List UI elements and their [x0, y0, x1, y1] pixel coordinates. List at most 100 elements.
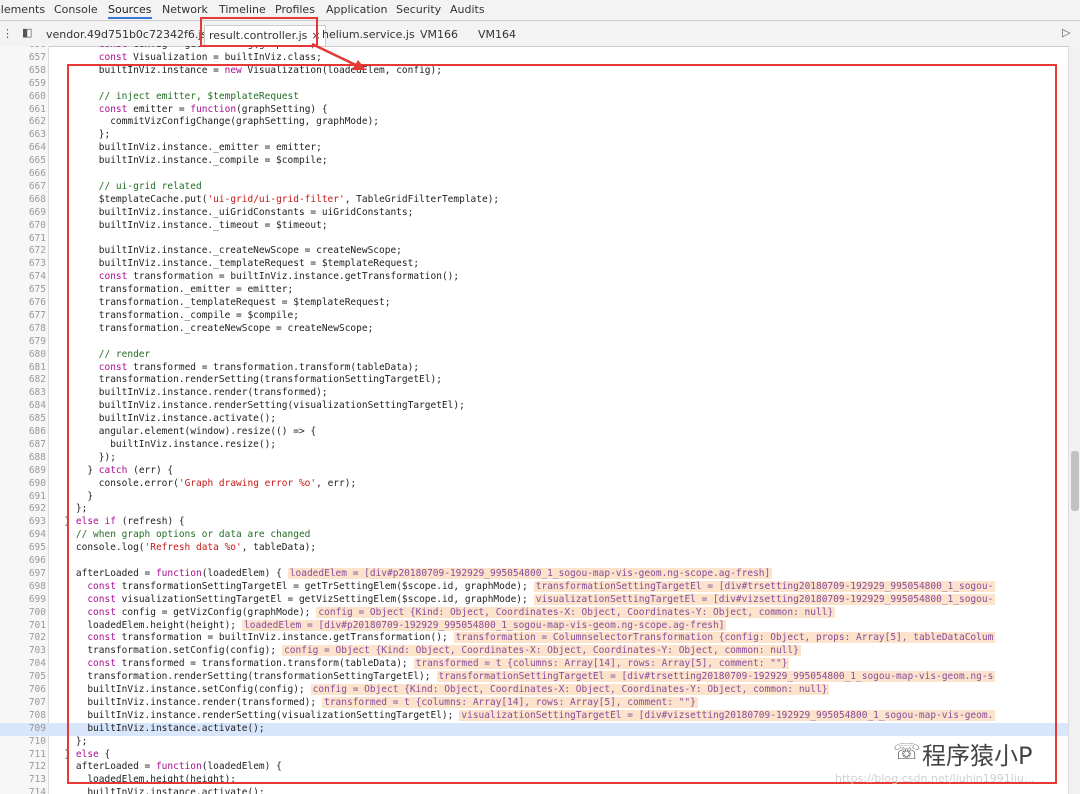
code-line[interactable]: 675 transformation._emitter = emitter;: [0, 284, 1068, 297]
code-line[interactable]: 662 commitVizConfigChange(graphSetting, …: [0, 116, 1068, 129]
line-number[interactable]: 690: [0, 478, 46, 491]
scrollbar-thumb[interactable]: [1071, 451, 1079, 511]
code-editor[interactable]: 656 const config = getVizConfig(graphMod…: [0, 46, 1068, 794]
line-number[interactable]: 685: [0, 413, 46, 426]
code-line[interactable]: 705 transformation.renderSetting(transfo…: [0, 671, 1068, 684]
code-line[interactable]: 697 afterLoaded = function(loadedElem) {…: [0, 567, 1068, 581]
code-line[interactable]: 668 $templateCache.put('ui-grid/ui-grid-…: [0, 194, 1068, 207]
code-line[interactable]: 661 const emitter = function(graphSettin…: [0, 104, 1068, 117]
file-tab[interactable]: VM164: [478, 28, 516, 41]
line-number[interactable]: 692: [0, 503, 46, 516]
code-line[interactable]: 701 loadedElem.height(height); loadedElem…: [0, 619, 1068, 633]
code-line[interactable]: 679: [0, 336, 1068, 349]
line-number[interactable]: 684: [0, 400, 46, 413]
line-number[interactable]: 704: [0, 658, 46, 671]
file-tab[interactable]: result.controller.js ×: [204, 25, 326, 46]
code-line[interactable]: 665 builtInViz.instance._compile = $comp…: [0, 155, 1068, 168]
code-line[interactable]: 669 builtInViz.instance._uiGridConstants…: [0, 207, 1068, 220]
line-number[interactable]: 664: [0, 142, 46, 155]
line-number[interactable]: 675: [0, 284, 46, 297]
code-line[interactable]: 658 builtInViz.instance = new Visualizat…: [0, 65, 1068, 78]
line-number[interactable]: 673: [0, 258, 46, 271]
code-line[interactable]: 696: [0, 555, 1068, 568]
line-number[interactable]: 694: [0, 529, 46, 542]
code-line[interactable]: 667 // ui-grid related: [0, 181, 1068, 194]
code-line[interactable]: 688 });: [0, 452, 1068, 465]
close-tab-icon[interactable]: ×: [311, 29, 320, 42]
code-line[interactable]: 684 builtInViz.instance.renderSetting(vi…: [0, 400, 1068, 413]
line-number[interactable]: 714: [0, 787, 46, 794]
more-dots-icon[interactable]: ⋮: [2, 27, 13, 40]
file-tab[interactable]: helium.service.js: [322, 28, 415, 41]
line-number[interactable]: 703: [0, 645, 46, 658]
line-number[interactable]: 686: [0, 426, 46, 439]
code-line[interactable]: 670 builtInViz.instance._timeout = $time…: [0, 220, 1068, 233]
line-number[interactable]: 683: [0, 387, 46, 400]
file-tab[interactable]: VM166: [420, 28, 458, 41]
line-number[interactable]: 707: [0, 697, 46, 710]
code-line[interactable]: 691 }: [0, 491, 1068, 504]
code-line[interactable]: 682 transformation.renderSetting(transfo…: [0, 374, 1068, 387]
line-number[interactable]: 666: [0, 168, 46, 181]
editor-scrollbar[interactable]: [1068, 46, 1080, 794]
devtools-tab-sources[interactable]: Sources: [108, 3, 152, 19]
line-number[interactable]: 679: [0, 336, 46, 349]
line-number[interactable]: 657: [0, 52, 46, 65]
devtools-tab-audits[interactable]: Audits: [450, 3, 485, 16]
code-line[interactable]: 680 // render: [0, 349, 1068, 362]
code-line[interactable]: 683 builtInViz.instance.render(transform…: [0, 387, 1068, 400]
code-line[interactable]: 687 builtInViz.instance.resize();: [0, 439, 1068, 452]
line-number[interactable]: 689: [0, 465, 46, 478]
code-line[interactable]: 695 console.log('Refresh data %o', table…: [0, 542, 1068, 555]
line-number[interactable]: 681: [0, 362, 46, 375]
code-line[interactable]: 700 const config = getVizConfig(graphMod…: [0, 606, 1068, 620]
line-number[interactable]: 711: [0, 749, 46, 762]
line-number[interactable]: 688: [0, 452, 46, 465]
code-line[interactable]: 707 builtInViz.instance.render(transform…: [0, 696, 1068, 710]
line-number[interactable]: 665: [0, 155, 46, 168]
line-number[interactable]: 708: [0, 710, 46, 723]
line-number[interactable]: 698: [0, 581, 46, 594]
code-line[interactable]: 694 // when graph options or data are ch…: [0, 529, 1068, 542]
code-line[interactable]: 693 } else if (refresh) {: [0, 516, 1068, 529]
line-number[interactable]: 676: [0, 297, 46, 310]
line-number[interactable]: 668: [0, 194, 46, 207]
line-number[interactable]: 701: [0, 620, 46, 633]
line-number[interactable]: 667: [0, 181, 46, 194]
code-line[interactable]: 677 transformation._compile = $compile;: [0, 310, 1068, 323]
devtools-tab-network[interactable]: Network: [162, 3, 208, 16]
devtools-tab-elements[interactable]: elements: [0, 3, 45, 16]
code-line[interactable]: 674 const transformation = builtInViz.in…: [0, 271, 1068, 284]
line-number[interactable]: 697: [0, 568, 46, 581]
line-number[interactable]: 693: [0, 516, 46, 529]
line-number[interactable]: 682: [0, 374, 46, 387]
code-line[interactable]: 708 builtInViz.instance.renderSetting(vi…: [0, 709, 1068, 723]
code-line[interactable]: 699 const visualizationSettingTargetEl =…: [0, 593, 1068, 607]
line-number[interactable]: 672: [0, 245, 46, 258]
line-number[interactable]: 674: [0, 271, 46, 284]
code-line[interactable]: 702 const transformation = builtInViz.in…: [0, 632, 1068, 645]
code-line[interactable]: 676 transformation._templateRequest = $t…: [0, 297, 1068, 310]
code-line[interactable]: 671: [0, 233, 1068, 246]
line-number[interactable]: 713: [0, 774, 46, 787]
devtools-tab-security[interactable]: Security: [396, 3, 441, 16]
line-number[interactable]: 659: [0, 78, 46, 91]
line-number[interactable]: 706: [0, 684, 46, 697]
code-line[interactable]: 664 builtInViz.instance._emitter = emitt…: [0, 142, 1068, 155]
code-line[interactable]: 689 } catch (err) {: [0, 465, 1068, 478]
code-line[interactable]: 692 };: [0, 503, 1068, 516]
line-number[interactable]: 709: [0, 723, 46, 736]
code-line[interactable]: 709 builtInViz.instance.activate();: [0, 722, 1068, 736]
code-line[interactable]: 659: [0, 78, 1068, 91]
code-line[interactable]: 663 };: [0, 129, 1068, 142]
line-number[interactable]: 687: [0, 439, 46, 452]
code-line[interactable]: 714 builtInViz.instance.activate();: [0, 787, 1068, 794]
code-line[interactable]: 681 const transformed = transformation.t…: [0, 362, 1068, 375]
code-line[interactable]: 698 const transformationSettingTargetEl …: [0, 580, 1068, 594]
line-number[interactable]: 691: [0, 491, 46, 504]
line-number[interactable]: 700: [0, 607, 46, 620]
code-line[interactable]: 673 builtInViz.instance._templateRequest…: [0, 258, 1068, 271]
toggle-debugger-icon[interactable]: ▷: [1062, 26, 1070, 39]
code-line[interactable]: 660 // inject emitter, $templateRequest: [0, 91, 1068, 104]
file-tab[interactable]: vendor.49d751b0c72342f6.js: [46, 28, 207, 41]
